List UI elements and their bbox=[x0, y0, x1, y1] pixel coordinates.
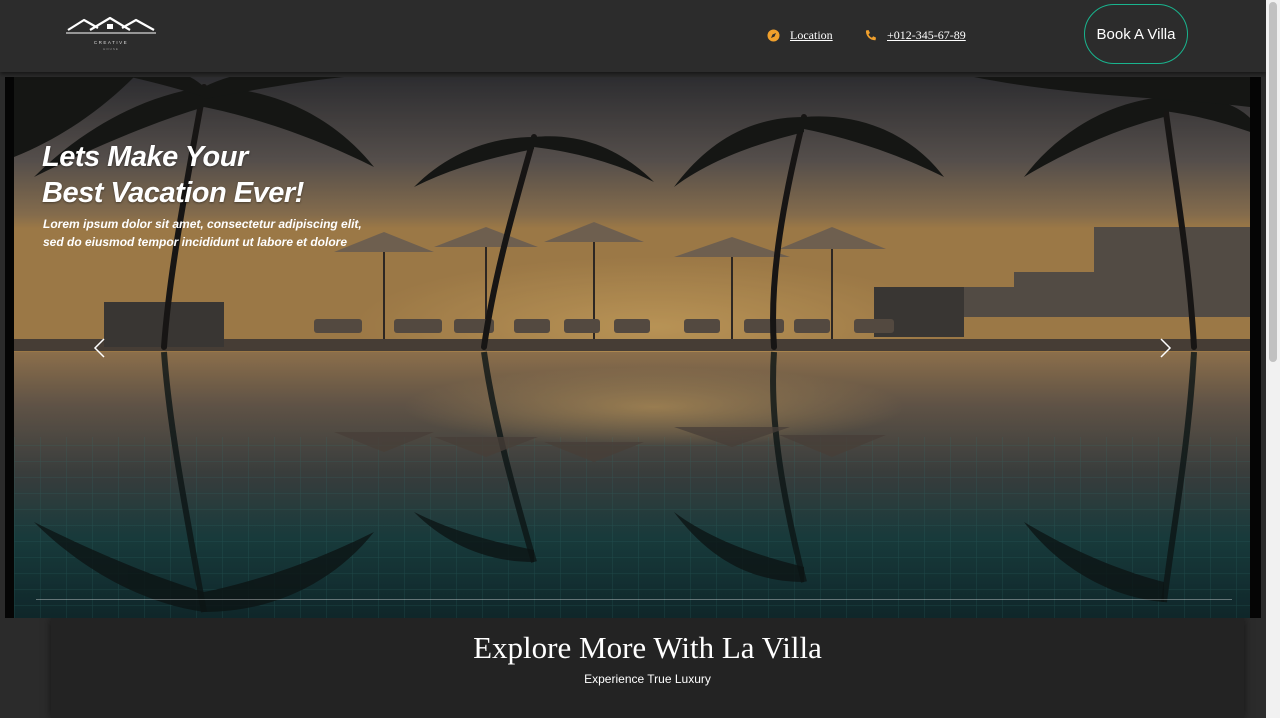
phone-label[interactable]: +012-345-67-89 bbox=[887, 28, 966, 43]
hero-title-line-1: Lets Make Your bbox=[42, 141, 248, 173]
phone-link[interactable]: +012-345-67-89 bbox=[863, 26, 966, 44]
site-header: CREATIVE HOUSE Location +012-345-67-89 B… bbox=[0, 0, 1266, 72]
hero-subtitle-line-1: Lorem ipsum dolor sit amet, consectetur … bbox=[43, 217, 362, 231]
hero-subtitle: Lorem ipsum dolor sit amet, consectetur … bbox=[43, 215, 383, 251]
hero-title-line-2: Best Vacation Ever! bbox=[42, 177, 304, 209]
hero-subtitle-line-2: sed do eiusmod tempor incididunt ut labo… bbox=[43, 235, 348, 249]
explore-subtitle: Experience True Luxury bbox=[584, 672, 711, 686]
hero-carousel: Lets Make Your Best Vacation Ever! Lorem… bbox=[14, 77, 1250, 618]
logo-subtext: HOUSE bbox=[103, 47, 119, 51]
explore-title: Explore More With La Villa bbox=[473, 630, 822, 665]
chevron-right-icon[interactable] bbox=[1157, 337, 1173, 359]
location-label[interactable]: Location bbox=[790, 28, 833, 43]
house-roofs-logo-icon: CREATIVE HOUSE bbox=[66, 16, 156, 51]
compass-icon bbox=[766, 28, 780, 42]
location-link[interactable]: Location bbox=[766, 26, 833, 44]
hero-divider bbox=[36, 599, 1232, 600]
phone-icon bbox=[863, 28, 877, 42]
scrollbar-thumb[interactable] bbox=[1269, 2, 1277, 362]
explore-section: Explore More With La Villa Experience Tr… bbox=[51, 618, 1244, 718]
page-scrollbar[interactable] bbox=[1266, 0, 1280, 718]
hero-title: Lets Make Your Best Vacation Ever! bbox=[42, 139, 304, 211]
book-villa-button[interactable]: Book A Villa bbox=[1084, 4, 1188, 64]
logo-text: CREATIVE bbox=[94, 40, 128, 45]
chevron-left-icon[interactable] bbox=[92, 337, 108, 359]
brand-logo[interactable]: CREATIVE HOUSE bbox=[64, 16, 158, 52]
